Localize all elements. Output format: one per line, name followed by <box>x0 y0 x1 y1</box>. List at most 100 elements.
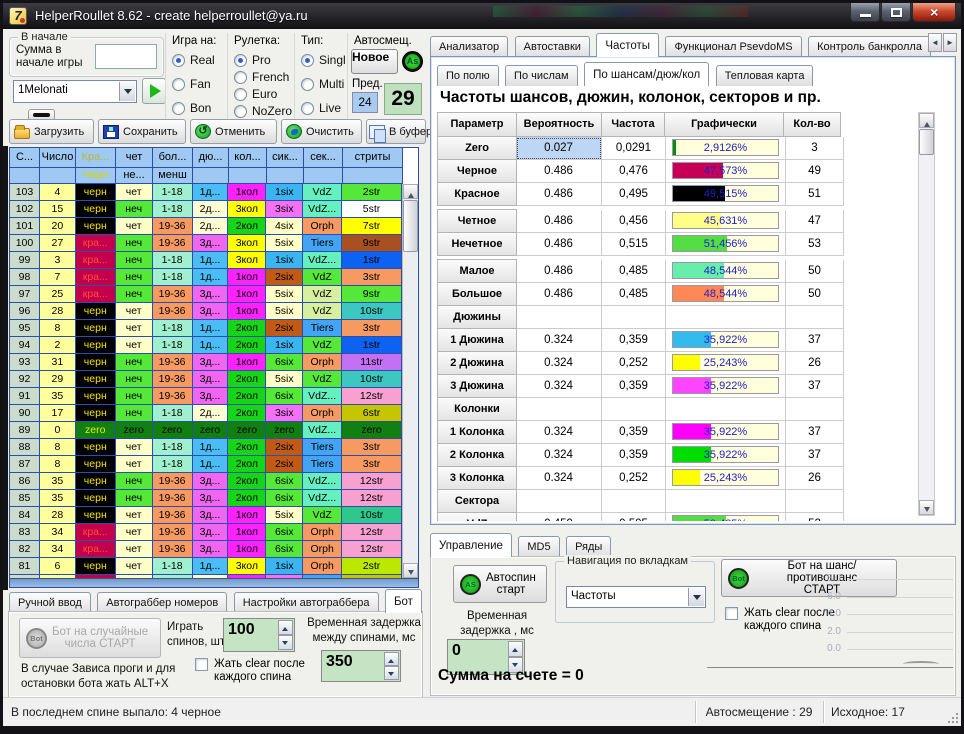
play-button[interactable] <box>142 78 166 104</box>
spin-table-row[interactable]: 9017черннеч1-182д...2кол3sixOrph6str <box>10 405 402 422</box>
autoshift-as-icon[interactable]: As <box>402 51 423 72</box>
tab-control[interactable]: Управление <box>430 533 512 557</box>
spin-header-cell[interactable]: кол... <box>229 148 267 168</box>
spin-table-row[interactable]: 816чернчет1-181д...3кол1sixOrph2str <box>10 558 402 575</box>
stepper-up-button[interactable] <box>278 620 293 635</box>
spin-table-row[interactable]: 942чернчет1-181д...2кол1sixVdZ1str <box>10 337 402 354</box>
subtab-heatmap[interactable]: Тепловая карта <box>716 65 814 86</box>
spin-table-row[interactable]: 888чернчет1-181д...2кол2sixTiers3str <box>10 439 402 456</box>
freq-param-cell[interactable]: Zero <box>437 136 517 160</box>
preset-dropdown-button[interactable] <box>119 82 135 101</box>
scroll-down-button[interactable] <box>919 500 934 515</box>
spin-header-cell[interactable]: дю... <box>193 148 229 168</box>
tabs-scroll-left-button[interactable]: ◄ <box>928 33 942 52</box>
stepper-down-button[interactable] <box>384 666 399 680</box>
freq-param-cell[interactable]: 2 Дюжина <box>437 351 517 375</box>
tab-frequencies[interactable]: Частоты <box>596 33 659 57</box>
spin-table-row[interactable]: 8535черннеч19-363д...2кол6sixVdZ...12str <box>10 490 402 507</box>
radio-option-multi[interactable]: Multi <box>301 77 347 91</box>
tab-bankroll[interactable]: Контроль банкролла <box>808 36 931 57</box>
spin-table-row[interactable]: 10120чернчет19-362д...2кол4sixOrph7str <box>10 218 402 235</box>
subtab-by-chances[interactable]: По шансам/дюж/кол <box>584 62 709 86</box>
spin-header-cell[interactable]: С... <box>10 148 40 168</box>
tab-psevdoms[interactable]: Функционал PsevdoMS <box>665 36 801 57</box>
autospin-start-button[interactable]: AS Автоспинстарт <box>453 565 547 603</box>
spin-table-row[interactable]: 9331черннеч19-363д...1кол6sixOrph11str <box>10 354 402 371</box>
radio-option-french[interactable]: French <box>234 70 294 84</box>
frequencies-vscrollbar[interactable] <box>918 112 935 516</box>
spin-table-row[interactable]: 1034чернчет1-181д...1кол1sixVdZ2str <box>10 184 402 201</box>
spins-count-stepper[interactable]: 100 <box>223 618 295 652</box>
tab-autograbber[interactable]: Автограббер номеров <box>97 592 227 613</box>
radio-option-euro[interactable]: Euro <box>234 87 294 101</box>
scroll-thumb[interactable] <box>403 200 418 252</box>
stepper-up-button[interactable] <box>384 652 399 666</box>
title-bar[interactable]: 7 HelperRoullet 8.62 - create helperroul… <box>3 3 961 29</box>
preset-combobox[interactable]: 1Melonati <box>13 80 137 103</box>
undo-button[interactable]: Отменить <box>190 119 277 144</box>
spin-header-cell[interactable]: бол... <box>153 148 193 168</box>
spin-table-row[interactable]: 987кра...неч1-181д...1кол2sixVdZ3str <box>10 269 402 286</box>
start-sum-input[interactable] <box>95 44 157 69</box>
freq-param-cell[interactable]: 1 Колонка <box>437 420 517 444</box>
freq-param-cell[interactable]: Дюжины <box>437 305 517 329</box>
tab-manual-input[interactable]: Ручной ввод <box>9 592 91 613</box>
scroll-up-button[interactable] <box>919 113 934 128</box>
spin-header-cell[interactable]: Кра... <box>76 148 116 168</box>
tab-rows[interactable]: Ряды <box>566 536 611 557</box>
clear-after-spin-checkbox[interactable] <box>195 658 208 671</box>
radio-option-pro[interactable]: Pro <box>234 53 294 67</box>
freq-param-cell[interactable]: Малое <box>437 259 517 283</box>
spin-table-row[interactable]: 8234кра...чет19-363д...1кол6sixOrph12str <box>10 541 402 558</box>
radio-option-bon[interactable]: Bon <box>172 101 227 115</box>
spin-table-vscrollbar[interactable] <box>402 184 418 578</box>
spin-table-row[interactable]: 890zerozerozerozerozerozeroVdZ...zero <box>10 422 402 439</box>
spin-table-row[interactable]: 8635черннеч19-363д...2кол6sixVdZ...12str <box>10 473 402 490</box>
radio-option-live[interactable]: Live <box>301 101 347 115</box>
stepper-up-button[interactable] <box>508 641 523 657</box>
bot-random-start-button[interactable]: Bot Бот на случайныечисла СТАРТ <box>19 618 161 658</box>
tab-autobets[interactable]: Автоставки <box>515 36 590 57</box>
clear-button[interactable]: Очистить <box>281 119 362 144</box>
freq-param-cell[interactable]: Сектора <box>437 489 517 513</box>
scroll-up-button[interactable] <box>403 184 418 199</box>
tab-autograbber-settings[interactable]: Настройки автограббера <box>234 592 379 613</box>
tab-md5[interactable]: MD5 <box>518 536 559 557</box>
stepper-down-button[interactable] <box>278 635 293 650</box>
tab-analyzer[interactable]: Анализатор <box>430 36 508 57</box>
freq-param-cell[interactable]: Большое <box>437 282 517 306</box>
spin-table-row[interactable]: 9135черннеч19-363д...2кол6sixVdZ...12str <box>10 388 402 405</box>
minimize-button[interactable] <box>850 3 880 22</box>
new-button[interactable]: Новое <box>351 49 398 74</box>
freq-param-cell[interactable]: Красное <box>437 182 517 206</box>
freq-param-cell[interactable]: 1 Дюжина <box>437 328 517 352</box>
spin-table-row[interactable]: 993кра...неч1-181д...3кол1sixVdZ...1str <box>10 252 402 269</box>
freq-param-cell[interactable]: Нечетное <box>437 232 517 256</box>
maximize-button[interactable] <box>881 3 911 22</box>
spin-header-cell[interactable]: сик... <box>267 148 304 168</box>
load-button[interactable]: Загрузить <box>9 119 94 144</box>
spin-header-cell[interactable]: стриты <box>343 148 403 168</box>
subtab-by-numbers[interactable]: По числам <box>505 65 578 86</box>
spin-header-cell[interactable]: сек... <box>304 148 343 168</box>
save-button[interactable]: Сохранить <box>98 119 186 144</box>
radio-option-singl[interactable]: Singl <box>301 53 347 67</box>
freq-param-cell[interactable]: VdZ <box>437 512 517 521</box>
freq-param-cell[interactable]: 3 Колонка <box>437 466 517 490</box>
spin-table-row[interactable]: 9725кра...неч19-363д...1кол5sixVdZ9str <box>10 286 402 303</box>
spin-table-row[interactable]: 9628чернчет19-363д...1кол5sixVdZ10str <box>10 303 402 320</box>
freq-param-cell[interactable]: 2 Колонка <box>437 443 517 467</box>
spin-header-cell[interactable]: Число <box>40 148 76 168</box>
clear-after-spin-checkbox[interactable] <box>725 607 738 620</box>
radio-option-nozero[interactable]: NoZero <box>234 104 294 118</box>
freq-param-cell[interactable]: Колонки <box>437 397 517 421</box>
spin-table-row[interactable]: 958чернчет1-181д...2кол2sixTiers3str <box>10 320 402 337</box>
spin-table-row[interactable]: 878чернчет1-181д...2кол2sixTiers3str <box>10 456 402 473</box>
resize-grip[interactable] <box>948 713 958 723</box>
spin-table-row[interactable]: 8334кра...чет19-363д...1кол6sixOrph12str <box>10 524 402 541</box>
subtab-by-field[interactable]: По полю <box>437 65 499 86</box>
scroll-thumb[interactable] <box>919 129 934 155</box>
radio-option-fan[interactable]: Fan <box>172 77 227 91</box>
spin-table-row[interactable]: 9229черннеч19-363д...2кол5sixVdZ10str <box>10 371 402 388</box>
close-button[interactable]: × <box>912 3 956 22</box>
